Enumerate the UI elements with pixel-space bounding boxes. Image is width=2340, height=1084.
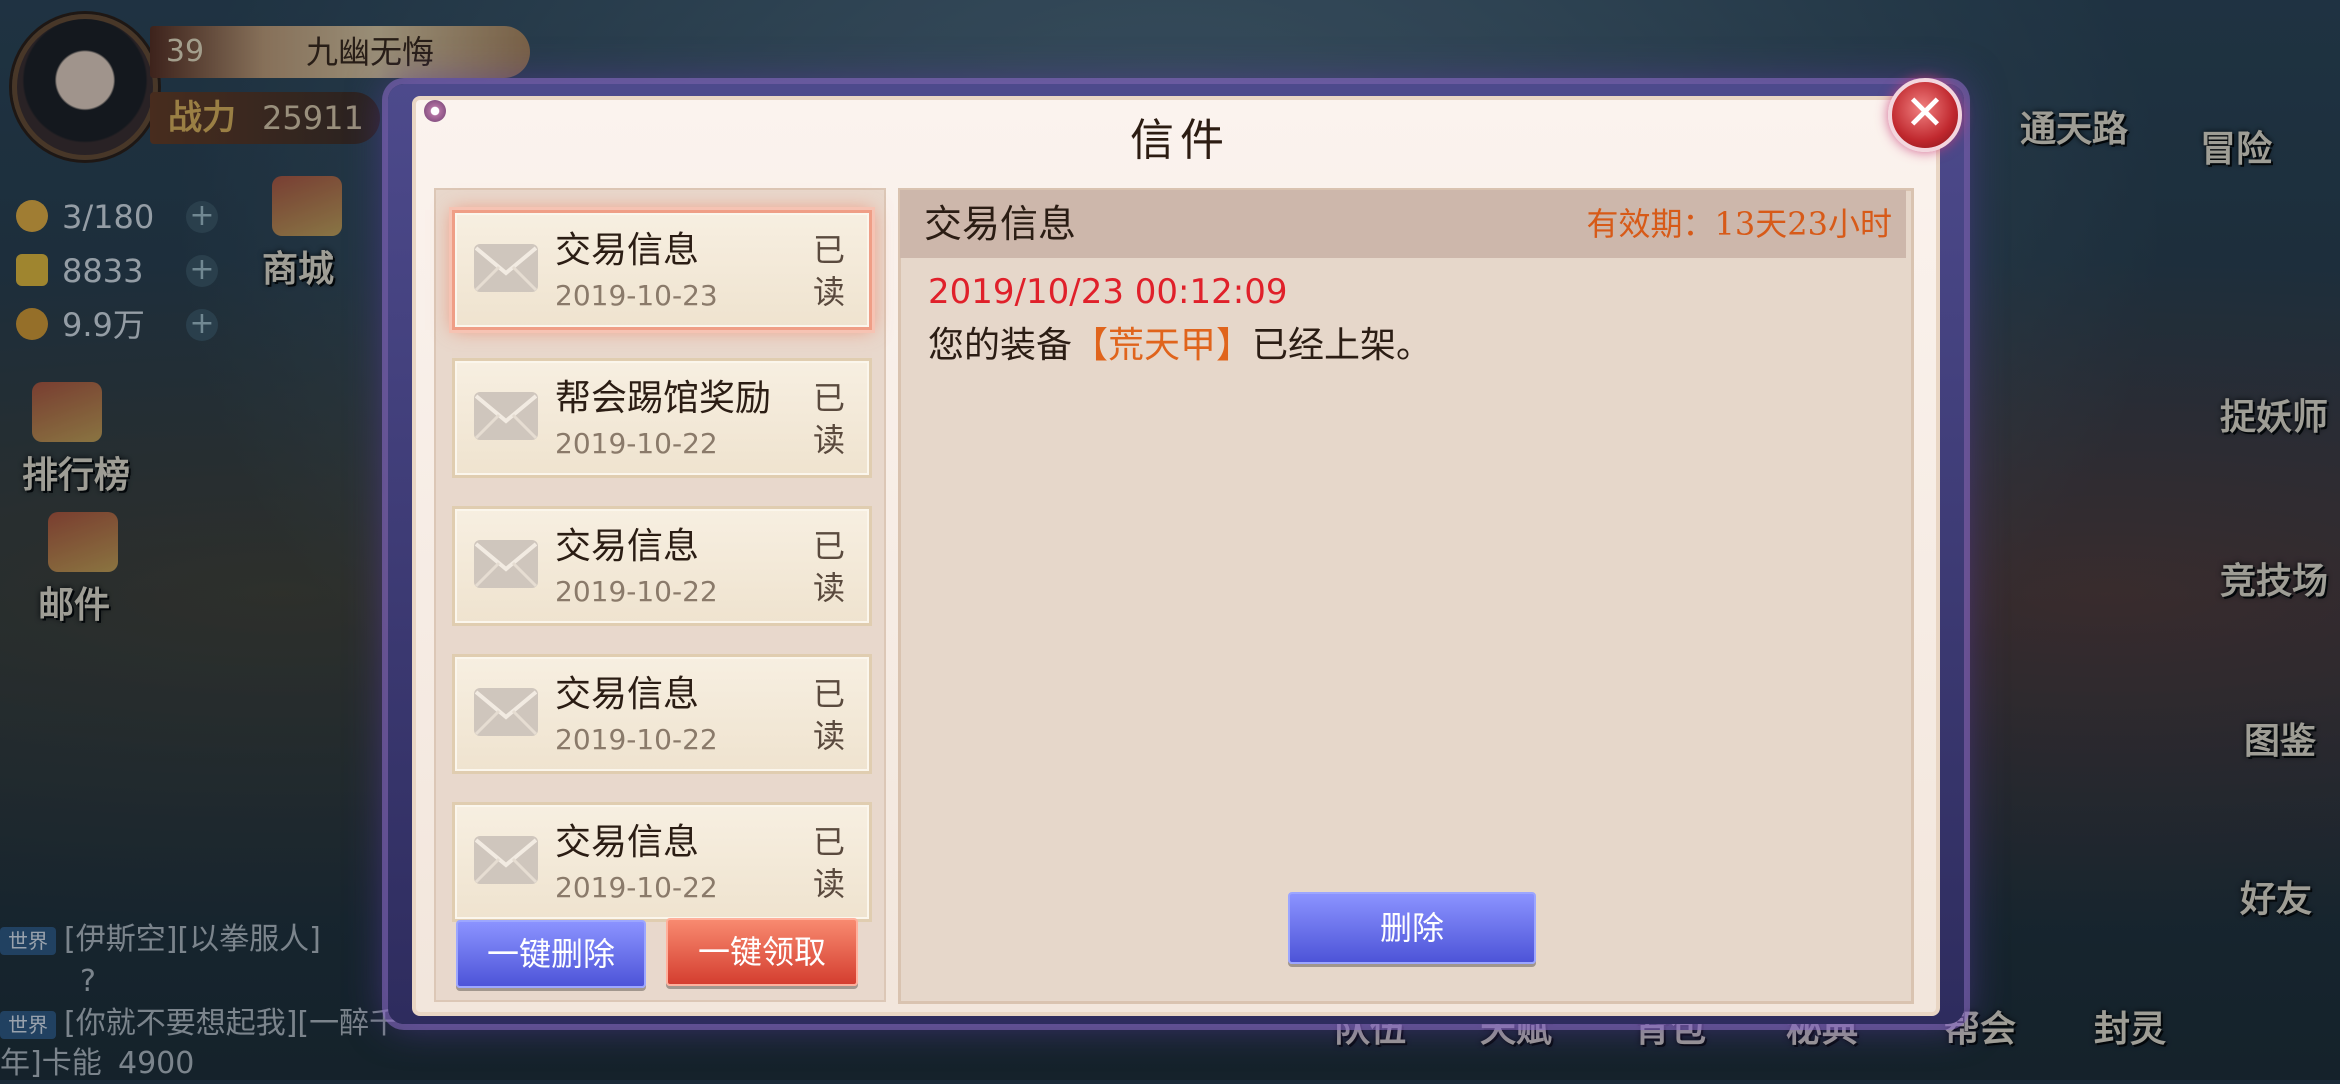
- envelope-icon: [474, 836, 538, 884]
- mail-title: 交易信息: [555, 822, 700, 863]
- mail-list-item[interactable]: 帮会踢馆奖励 2019-10-22 已读: [452, 358, 872, 478]
- mail-date: 2019-10-22: [555, 427, 718, 460]
- mail-detail-title: 交易信息: [924, 202, 1077, 246]
- mail-expiry: 有效期：13天23小时: [1586, 205, 1892, 243]
- envelope-icon: [474, 688, 538, 736]
- mail-read-status: 已读: [812, 527, 845, 607]
- delete-button[interactable]: 删除: [1288, 892, 1536, 964]
- mail-date: 2019-10-23: [555, 279, 718, 312]
- mail-title: 交易信息: [555, 674, 700, 715]
- mail-list[interactable]: 交易信息 2019-10-23 已读 帮会踢馆奖励 2019-10-22 已读 …: [434, 188, 886, 1002]
- mail-list-item[interactable]: 交易信息 2019-10-22 已读: [452, 654, 872, 774]
- mail-list-item[interactable]: 交易信息 2019-10-22 已读: [452, 506, 872, 626]
- mail-body: 您的装备【荒天甲】已经上架。: [928, 325, 1433, 366]
- mail-date: 2019-10-22: [555, 723, 718, 756]
- envelope-icon: [474, 244, 538, 292]
- mail-read-status: 已读: [812, 823, 845, 903]
- mail-list-item[interactable]: 交易信息 2019-10-22 已读: [452, 802, 872, 922]
- mail-read-status: 已读: [812, 231, 845, 311]
- envelope-icon: [474, 540, 538, 588]
- claim-all-button[interactable]: 一键领取: [666, 918, 858, 986]
- item-name: 【荒天甲】: [1072, 325, 1253, 366]
- dialog-title: 信件: [1130, 115, 1230, 166]
- mail-read-status: 已读: [812, 379, 845, 459]
- mail-date: 2019-10-22: [555, 871, 718, 904]
- delete-all-button[interactable]: 一键删除: [456, 920, 646, 988]
- envelope-icon: [474, 392, 538, 440]
- mail-title: 交易信息: [555, 230, 700, 271]
- mail-title: 帮会踢馆奖励: [555, 378, 772, 419]
- mail-list-item[interactable]: 交易信息 2019-10-23 已读: [452, 210, 872, 330]
- mail-read-status: 已读: [812, 675, 845, 755]
- mail-timestamp: 2019/10/23 00:12:09: [928, 272, 1288, 312]
- close-button[interactable]: ✕: [1888, 78, 1962, 152]
- pin-icon: [424, 100, 446, 122]
- mail-date: 2019-10-22: [555, 575, 718, 608]
- mail-title: 交易信息: [555, 526, 700, 567]
